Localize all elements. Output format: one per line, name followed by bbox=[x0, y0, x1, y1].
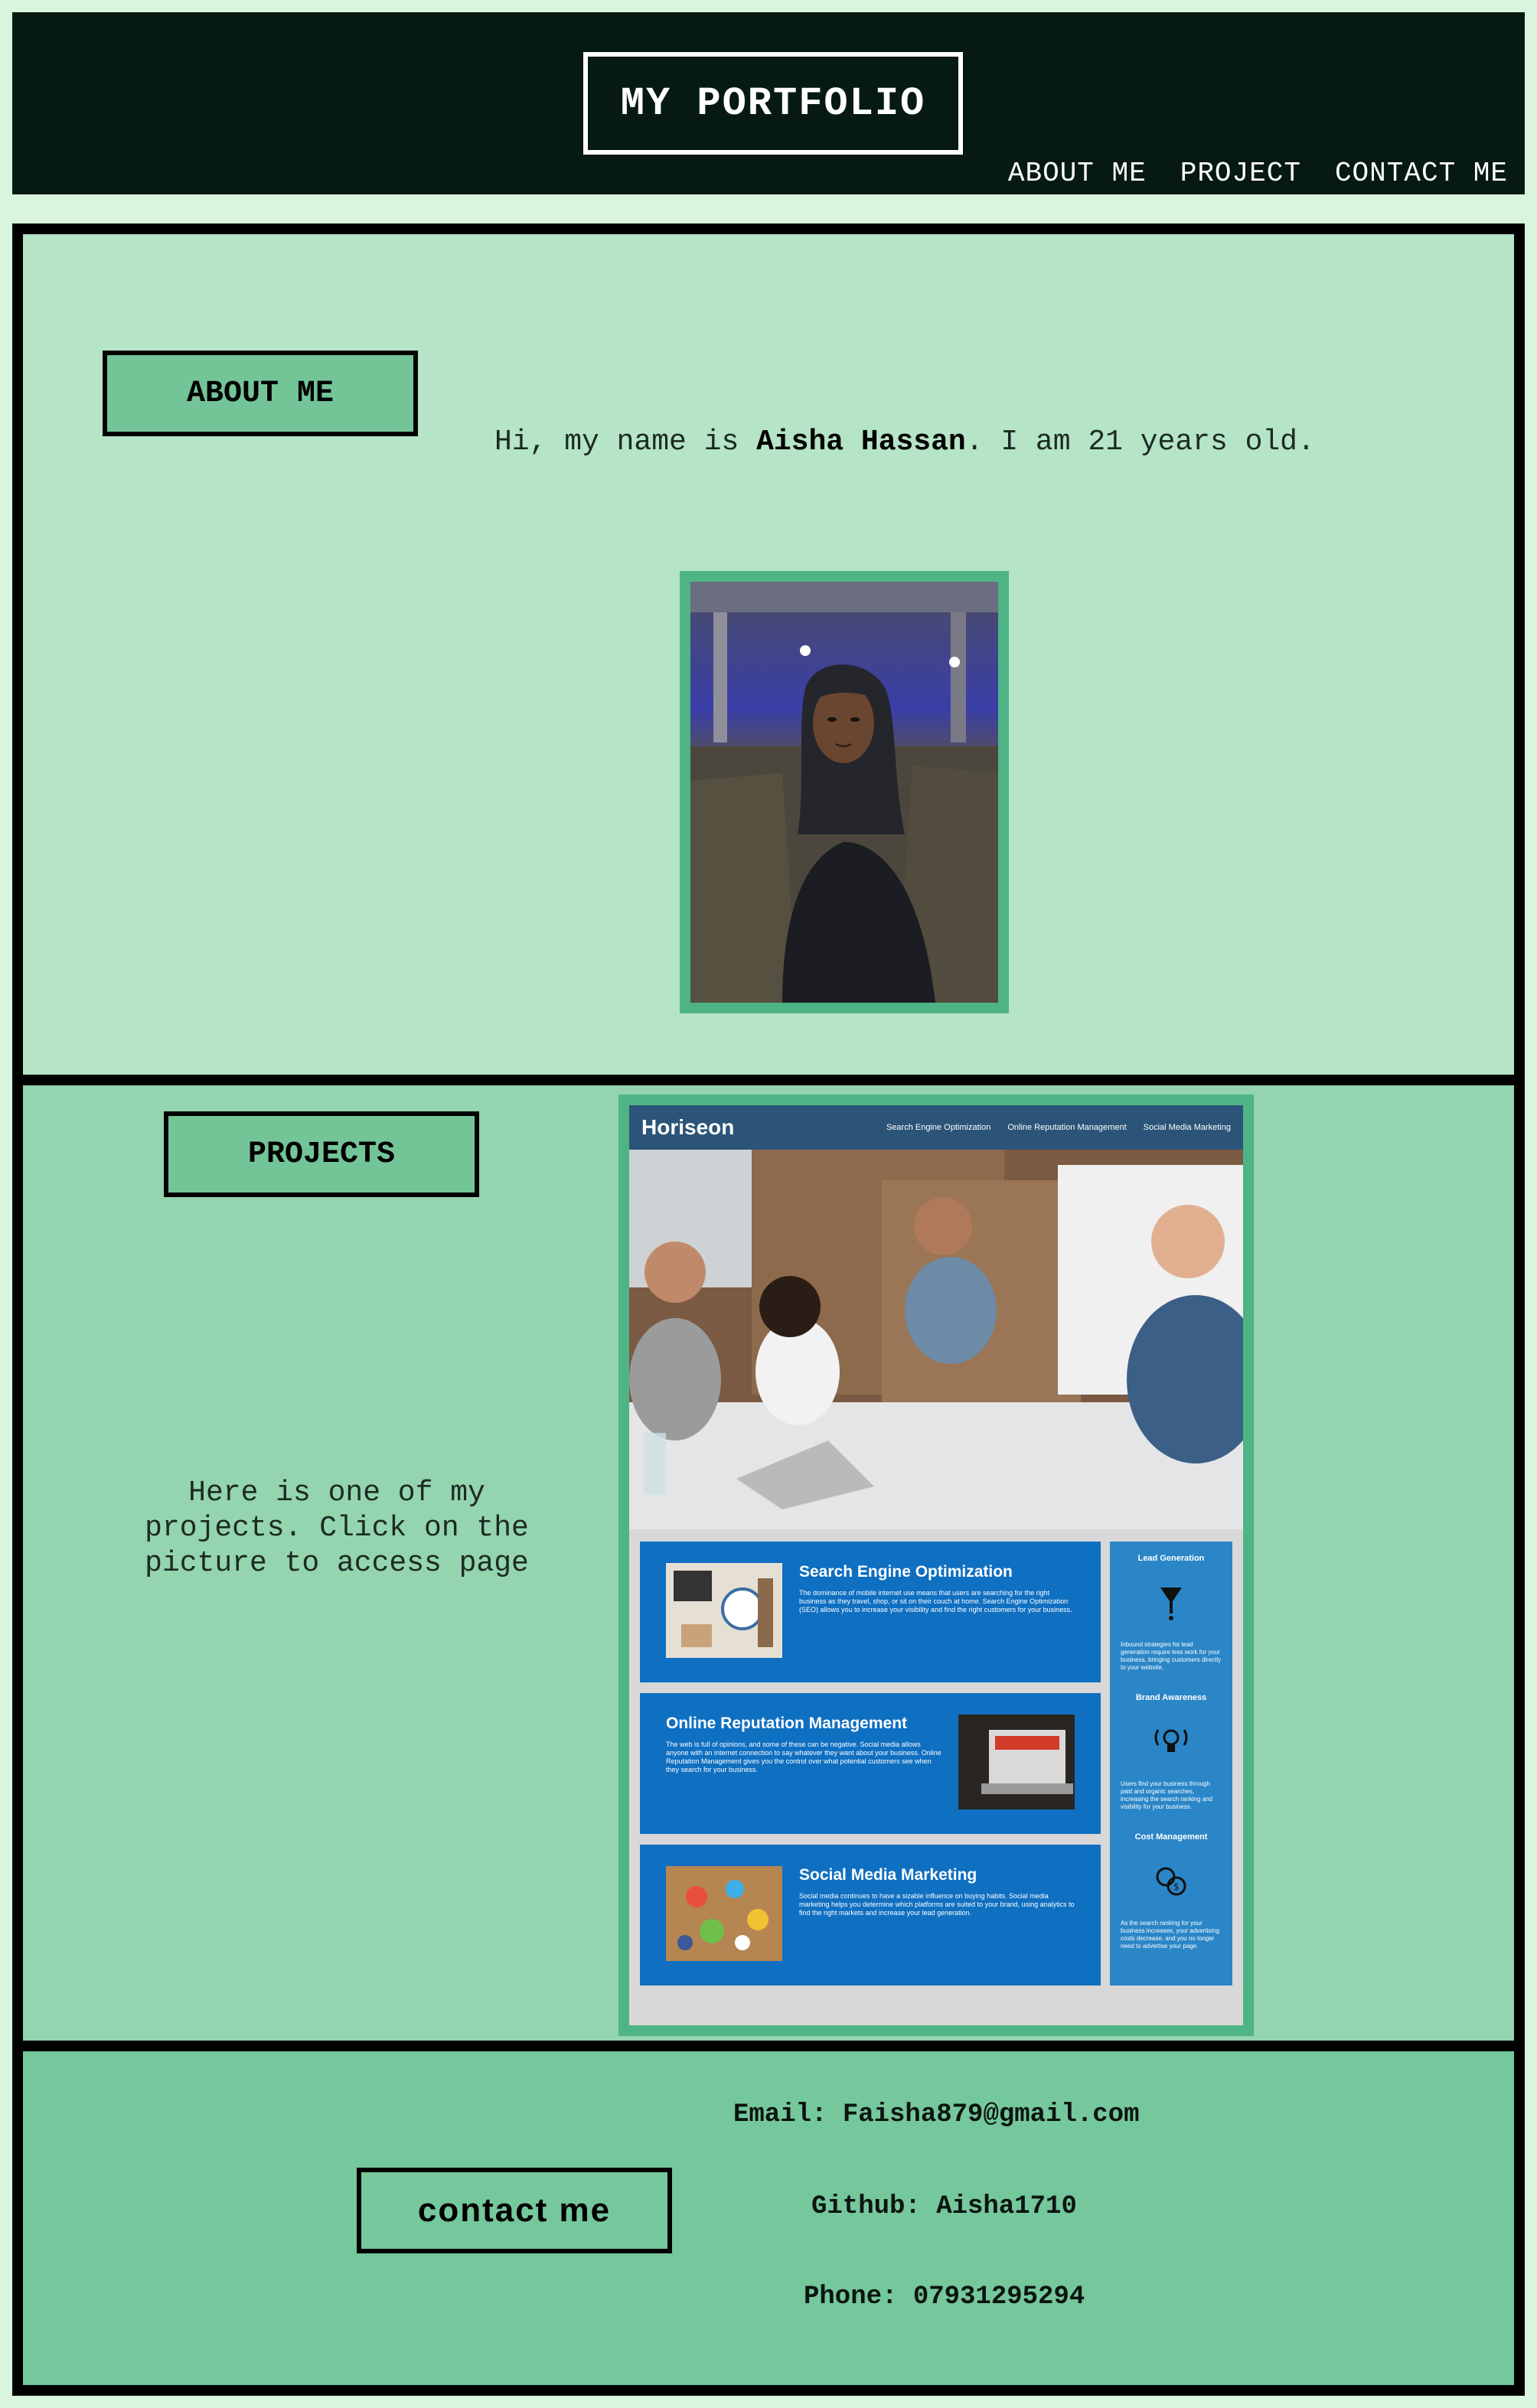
horiseon-card: Search Engine Optimization The dominance… bbox=[640, 1542, 1101, 1682]
nav-link-project[interactable]: PROJECT bbox=[1180, 158, 1301, 189]
sidebar-title: Brand Awareness bbox=[1135, 1693, 1207, 1702]
horiseon-nav-item: Social Media Marketing bbox=[1143, 1123, 1231, 1132]
contact-email[interactable]: Email: Faisha879@gmail.com bbox=[733, 2100, 1140, 2129]
project-screenshot-link[interactable]: Horiseon Search Engine Optimization Onli… bbox=[618, 1095, 1254, 2036]
sidebar-title: Cost Management bbox=[1134, 1832, 1208, 1842]
intro-prefix: Hi, my name is bbox=[494, 426, 757, 458]
svg-text:$: $ bbox=[1173, 1881, 1180, 1892]
nav-link-about[interactable]: ABOUT ME bbox=[1008, 158, 1147, 189]
social-media-image bbox=[666, 1866, 782, 1961]
horiseon-card-title: Social Media Marketing bbox=[799, 1866, 977, 1884]
horiseon-card-content: Search Engine Optimization The dominance… bbox=[799, 1563, 1075, 1614]
profile-photo bbox=[680, 571, 1009, 1013]
intro-text: Hi, my name is Aisha Hassan. I am 21 yea… bbox=[494, 426, 1315, 458]
horiseon-hero-image bbox=[629, 1150, 1243, 1529]
site-header: MY PORTFOLIO ABOUT ME PROJECT CONTACT ME bbox=[12, 12, 1525, 194]
projects-heading: PROJECTS bbox=[164, 1111, 479, 1197]
contact-heading: contact me bbox=[357, 2168, 672, 2253]
projects-description: Here is one of my projects. Click on the… bbox=[145, 1476, 529, 1580]
horiseon-nav: Search Engine Optimization Online Reputa… bbox=[886, 1123, 1231, 1132]
horiseon-card-title: Online Reputation Management bbox=[666, 1715, 908, 1732]
seo-image bbox=[666, 1563, 782, 1658]
profile-photo-illustration bbox=[690, 582, 998, 1003]
horiseon-card: Online Reputation Management The web is … bbox=[640, 1693, 1101, 1834]
horiseon-card-content: Social Media Marketing Social media cont… bbox=[799, 1866, 1075, 1917]
site-logo[interactable]: MY PORTFOLIO bbox=[583, 52, 963, 155]
horiseon-logo: Horiseon bbox=[641, 1115, 735, 1139]
horiseon-body: Search Engine Optimization The dominance… bbox=[629, 1529, 1243, 1998]
horiseon-card-content: Online Reputation Management The web is … bbox=[666, 1715, 941, 1774]
horiseon-card-text: The dominance of mobile internet use mea… bbox=[799, 1589, 1072, 1613]
reputation-image bbox=[958, 1715, 1075, 1809]
brand-awareness-icon bbox=[1121, 1707, 1222, 1776]
main-nav: ABOUT ME PROJECT CONTACT ME bbox=[1008, 158, 1508, 189]
horiseon-sidebar: Lead Generation Inbound strategies for l… bbox=[1110, 1542, 1232, 1985]
sidebar-text: As the search ranking for your business … bbox=[1121, 1920, 1219, 1950]
cost-management-icon: $ bbox=[1121, 1846, 1222, 1915]
sidebar-text: Inbound strategies for lead generation r… bbox=[1121, 1641, 1222, 1671]
horiseon-card-title: Search Engine Optimization bbox=[799, 1563, 1013, 1581]
horiseon-card-text: Social media continues to have a sizable… bbox=[799, 1892, 1075, 1917]
intro-suffix: . I am 21 years old. bbox=[965, 426, 1315, 458]
horiseon-nav-item: Search Engine Optimization bbox=[886, 1123, 991, 1132]
content-frame: ABOUT ME Hi, my name is Aisha Hassan. I … bbox=[12, 224, 1525, 2396]
sidebar-text: Users find your business through paid an… bbox=[1121, 1780, 1213, 1810]
sidebar-title: Lead Generation bbox=[1137, 1554, 1205, 1563]
horiseon-card-text: The web is full of opinions, and some of… bbox=[666, 1741, 941, 1773]
projects-section: PROJECTS Here is one of my projects. Cli… bbox=[23, 1085, 1514, 2051]
horiseon-nav-item: Online Reputation Management bbox=[1007, 1123, 1127, 1132]
about-heading: ABOUT ME bbox=[103, 351, 418, 436]
contact-section: contact me Email: Faisha879@gmail.com Gi… bbox=[23, 2051, 1514, 2385]
team-meeting-illustration bbox=[629, 1150, 1243, 1529]
lead-generation-icon bbox=[1121, 1568, 1222, 1636]
horiseon-card: Social Media Marketing Social media cont… bbox=[640, 1845, 1101, 1985]
nav-link-contact[interactable]: CONTACT ME bbox=[1335, 158, 1508, 189]
about-section: ABOUT ME Hi, my name is Aisha Hassan. I … bbox=[23, 234, 1514, 1085]
horiseon-cards: Search Engine Optimization The dominance… bbox=[640, 1542, 1101, 1985]
contact-phone[interactable]: Phone: 07931295294 bbox=[804, 2282, 1085, 2312]
intro-name: Aisha Hassan bbox=[756, 426, 966, 458]
horiseon-header: Horiseon Search Engine Optimization Onli… bbox=[629, 1105, 1243, 1150]
contact-github[interactable]: Github: Aisha1710 bbox=[811, 2192, 1077, 2221]
